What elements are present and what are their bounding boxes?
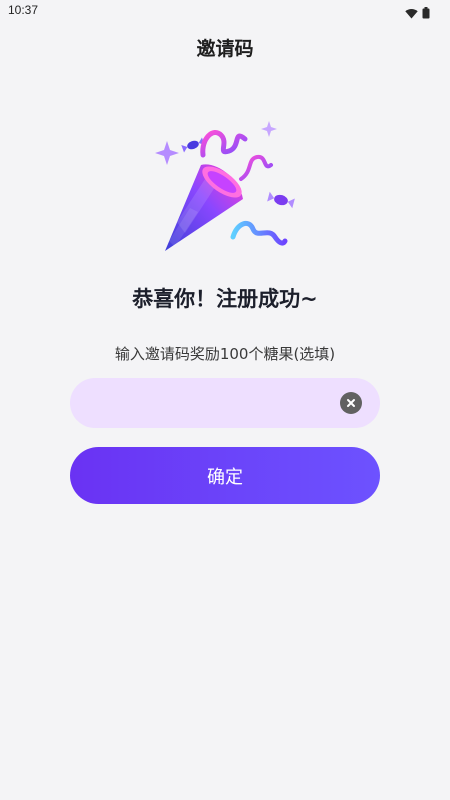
status-icons <box>405 4 430 23</box>
invite-code-field[interactable] <box>70 378 380 430</box>
clear-input-button[interactable] <box>340 392 362 414</box>
sparkle-icon <box>261 121 277 137</box>
close-icon <box>347 399 355 407</box>
sparkle-icon <box>155 141 179 165</box>
wifi-icon <box>405 4 418 23</box>
status-time: 10:37 <box>8 3 39 17</box>
invite-code-input[interactable] <box>92 378 346 430</box>
party-popper-icon <box>145 115 305 265</box>
page-title: 邀请码 <box>196 38 254 60</box>
success-headline: 恭喜你！注册成功~ <box>132 287 318 311</box>
confirm-button[interactable]: 确定 <box>70 447 380 504</box>
battery-icon <box>422 4 430 23</box>
status-bar: 10:37 <box>0 0 450 22</box>
invite-reward-hint: 输入邀请码奖励100个糖果(选填) <box>114 345 336 363</box>
